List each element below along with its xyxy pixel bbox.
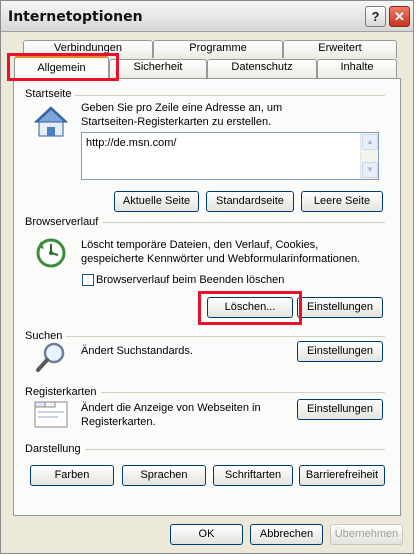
- delete-history-on-exit-label[interactable]: Browserverlauf beim Beenden löschen: [96, 273, 284, 287]
- registerkarten-description-line2: Registerkarten.: [81, 416, 156, 428]
- tab-sicherheit[interactable]: Sicherheit: [109, 59, 207, 78]
- registerkarten-heading: Registerkarten: [25, 386, 101, 398]
- suchen-divider: [25, 336, 385, 337]
- homepage-url-value: http://de.msn.com/: [86, 137, 177, 149]
- blank-page-button[interactable]: Leere Seite: [301, 191, 383, 212]
- magnifier-icon: [36, 342, 65, 372]
- apply-button[interactable]: Übernehmen: [330, 524, 403, 545]
- history-clock-icon: [36, 238, 66, 268]
- startseite-heading: Startseite: [25, 88, 76, 100]
- default-page-button[interactable]: Standardseite: [206, 191, 294, 212]
- internet-options-dialog: Internetoptionen ? ✕ Verbindungen Progra…: [0, 0, 414, 554]
- tab-settings-button[interactable]: Einstellungen: [297, 399, 383, 420]
- scroll-down-arrow-icon[interactable]: ▼: [362, 162, 378, 178]
- suchen-description: Ändert Suchstandards.: [81, 345, 193, 357]
- tabs-window-icon: [34, 401, 68, 428]
- browserverlauf-heading: Browserverlauf: [25, 216, 103, 228]
- tab-inhalte[interactable]: Inhalte: [317, 59, 397, 78]
- title-bar[interactable]: Internetoptionen ? ✕: [1, 1, 413, 32]
- tab-programme[interactable]: Programme: [153, 40, 283, 58]
- ok-button[interactable]: OK: [170, 524, 243, 545]
- colors-button[interactable]: Farben: [30, 465, 114, 486]
- house-icon: [33, 106, 69, 137]
- delete-history-button[interactable]: Löschen...: [207, 297, 293, 318]
- startseite-description-line2: Startseiten-Registerkarten zu erstellen.: [81, 116, 272, 128]
- current-page-button[interactable]: Aktuelle Seite: [114, 191, 199, 212]
- tab-allgemein[interactable]: Allgemein: [14, 56, 109, 79]
- fonts-button[interactable]: Schriftarten: [213, 465, 293, 486]
- tab-erweitert[interactable]: Erweitert: [283, 40, 397, 58]
- languages-button[interactable]: Sprachen: [122, 465, 206, 486]
- darstellung-heading: Darstellung: [25, 443, 85, 455]
- close-button[interactable]: ✕: [389, 6, 410, 27]
- search-settings-button[interactable]: Einstellungen: [297, 341, 383, 362]
- startseite-description-line1: Geben Sie pro Zeile eine Adresse an, um: [81, 102, 283, 114]
- help-button[interactable]: ?: [365, 6, 386, 27]
- accessibility-button[interactable]: Barrierefreiheit: [299, 465, 385, 486]
- browserverlauf-description-line2: gespeicherte Kennwörter und Webformulari…: [81, 253, 361, 265]
- cancel-button[interactable]: Abbrechen: [250, 524, 323, 545]
- window-title: Internetoptionen: [8, 9, 143, 25]
- delete-history-on-exit-checkbox[interactable]: [82, 274, 94, 286]
- browserverlauf-description-line1: Löscht temporäre Dateien, den Verlauf, C…: [81, 239, 319, 251]
- tab-datenschutz[interactable]: Datenschutz: [207, 59, 317, 78]
- scroll-up-arrow-icon[interactable]: ▲: [362, 134, 378, 150]
- url-scrollbar[interactable]: ▲ ▼: [360, 133, 378, 179]
- startseite-divider: [25, 95, 385, 96]
- homepage-url-textarea[interactable]: http://de.msn.com/ ▲ ▼: [81, 132, 379, 180]
- registerkarten-description-line1: Ändert die Anzeige von Webseiten in: [81, 402, 261, 414]
- history-settings-button[interactable]: Einstellungen: [297, 297, 383, 318]
